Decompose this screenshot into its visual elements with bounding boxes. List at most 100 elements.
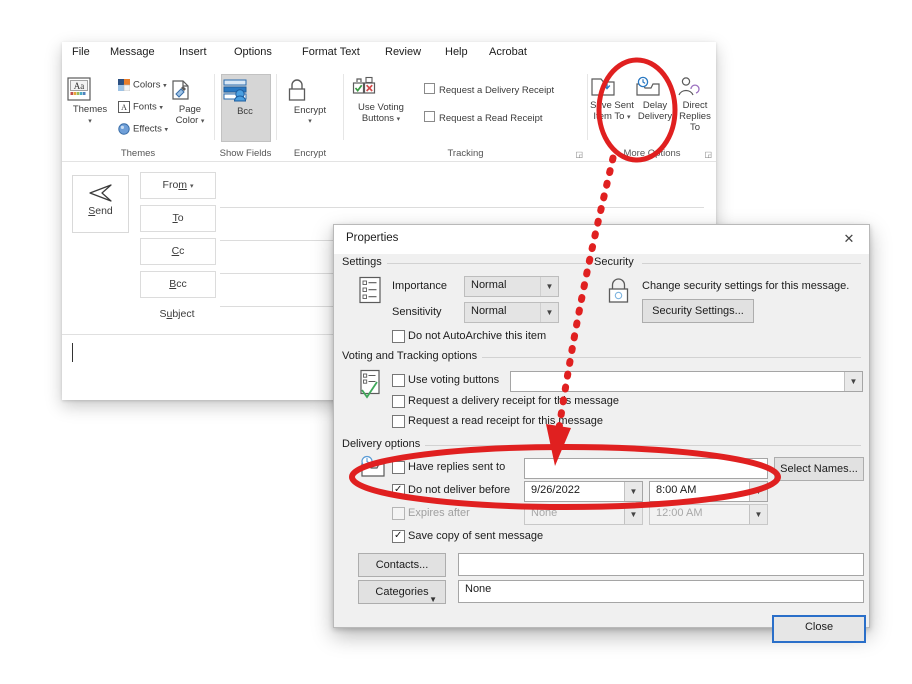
- request-delivery-receipt-dialog-label: Request a delivery receipt for this mess…: [408, 395, 619, 407]
- close-icon[interactable]: ✕: [837, 229, 861, 249]
- save-copy-checkbox[interactable]: ✓: [392, 530, 405, 543]
- use-voting-buttons-chevron-down-icon[interactable]: ▾: [397, 116, 401, 123]
- cc-button[interactable]: Cc: [140, 238, 216, 265]
- use-voting-buttons-button[interactable]: Use Voting Buttons ▾: [350, 76, 412, 125]
- group-label-settings: Settings: [342, 256, 387, 268]
- do-not-deliver-before-label: Do not deliver before: [408, 484, 511, 496]
- from-button[interactable]: From ▾: [140, 172, 216, 199]
- tab-review[interactable]: Review: [385, 46, 421, 58]
- chevron-down-icon[interactable]: ▼: [540, 303, 558, 322]
- importance-select[interactable]: Normal ▼: [464, 276, 559, 297]
- request-delivery-receipt-checkbox[interactable]: Request a Delivery Receipt: [424, 83, 554, 96]
- use-voting-buttons-checkbox[interactable]: [392, 374, 405, 387]
- security-settings-label: Security Settings...: [652, 305, 744, 317]
- expires-after-date-value: None: [531, 507, 558, 519]
- chevron-down-icon[interactable]: ▼: [540, 277, 558, 296]
- request-read-receipt-dialog-checkbox[interactable]: [392, 415, 405, 428]
- tab-acrobat[interactable]: Acrobat: [489, 46, 527, 58]
- ribbon-group-show-fields: Bcc Show Fields: [215, 68, 276, 161]
- contacts-button[interactable]: Contacts...: [358, 553, 446, 577]
- send-button[interactable]: Send: [72, 175, 129, 233]
- tab-message[interactable]: Message: [110, 46, 155, 58]
- sensitivity-label: Sensitivity: [392, 306, 442, 318]
- request-delivery-receipt-dialog-checkbox[interactable]: [392, 395, 405, 408]
- effects-icon: [118, 123, 130, 135]
- voting-buttons-icon: [350, 76, 412, 100]
- tracking-dialog-launcher-icon[interactable]: ◲: [575, 150, 583, 159]
- voting-buttons-combo[interactable]: ▼: [510, 371, 863, 392]
- effects-chevron-down-icon[interactable]: ▾: [165, 127, 169, 134]
- themes-button[interactable]: Aa Themes ▾: [66, 76, 114, 127]
- categories-value: None: [465, 583, 492, 595]
- do-not-deliver-before-checkbox[interactable]: ✓: [392, 484, 405, 497]
- chevron-down-icon[interactable]: ▼: [749, 482, 767, 501]
- group-rule-delivery-options: [422, 445, 861, 446]
- cc-label: Cc: [171, 245, 185, 257]
- encrypt-chevron-down-icon[interactable]: ▾: [285, 116, 335, 127]
- properties-dialog: Properties ✕ Settings Importance Normal …: [333, 224, 870, 643]
- delay-delivery-button[interactable]: Delay Delivery: [634, 76, 676, 122]
- fonts-button[interactable]: A Fonts ▾: [118, 101, 163, 113]
- categories-input[interactable]: None: [458, 580, 864, 603]
- direct-replies-to-button[interactable]: Direct Replies To: [674, 76, 716, 133]
- page-color-button[interactable]: Page Color ▾: [168, 78, 212, 127]
- security-settings-button[interactable]: Security Settings...: [642, 299, 754, 323]
- effects-label: Effects: [133, 123, 162, 135]
- tab-insert[interactable]: Insert: [179, 46, 207, 58]
- to-button[interactable]: To: [140, 205, 216, 232]
- expires-after-checkbox[interactable]: [392, 507, 405, 520]
- themes-chevron-down-icon[interactable]: ▾: [66, 116, 114, 127]
- group-label-delivery-options: Delivery options: [342, 438, 426, 450]
- ribbon-group-tracking: Use Voting Buttons ▾ Request a Delivery …: [344, 68, 587, 161]
- fonts-chevron-down-icon[interactable]: ▾: [159, 105, 163, 112]
- bcc-field-button[interactable]: Bcc: [140, 271, 216, 298]
- colors-chevron-down-icon[interactable]: ▾: [163, 83, 167, 90]
- request-delivery-receipt-label: Request a Delivery Receipt: [439, 85, 555, 96]
- fonts-icon: A: [118, 101, 130, 113]
- do-not-deliver-before-date-input[interactable]: 9/26/2022 ▼: [524, 481, 643, 502]
- chevron-down-icon[interactable]: ▼: [624, 505, 642, 524]
- themes-icon: Aa: [66, 76, 114, 102]
- categories-button[interactable]: Categories ▼: [358, 580, 446, 604]
- expires-after-time-value: 12:00 AM: [656, 507, 703, 519]
- contacts-label: Contacts...: [375, 559, 429, 571]
- more-options-dialog-launcher-icon[interactable]: ◲: [704, 150, 712, 159]
- chevron-down-icon[interactable]: ▼: [844, 372, 862, 391]
- request-read-receipt-checkbox[interactable]: Request a Read Receipt: [424, 111, 543, 124]
- close-button-label: Close: [804, 621, 834, 633]
- close-button[interactable]: Close: [772, 615, 866, 643]
- categories-dropdown-icon[interactable]: ▼: [429, 589, 437, 611]
- have-replies-sent-to-input[interactable]: [524, 458, 768, 479]
- save-sent-item-to-button[interactable]: Save Sent Item To ▾: [590, 76, 634, 123]
- have-replies-sent-to-checkbox[interactable]: [392, 461, 405, 474]
- from-chevron-down-icon[interactable]: ▾: [190, 183, 194, 190]
- dialog-content: Settings Importance Normal ▼ Sensitivity…: [334, 254, 869, 643]
- from-field-line[interactable]: [220, 207, 704, 208]
- do-not-deliver-before-time-input[interactable]: 8:00 AM ▼: [649, 481, 768, 502]
- save-sent-item-chevron-down-icon[interactable]: ▾: [627, 114, 631, 121]
- expires-after-date-input[interactable]: None ▼: [524, 504, 643, 525]
- colors-button[interactable]: Colors ▾: [118, 79, 167, 91]
- tab-format-text[interactable]: Format Text: [302, 46, 360, 58]
- from-label: From: [162, 179, 188, 191]
- page-color-chevron-down-icon[interactable]: ▾: [201, 118, 205, 125]
- tab-help[interactable]: Help: [445, 46, 468, 58]
- bcc-button-inner[interactable]: Bcc: [221, 78, 269, 117]
- use-voting-buttons-dialog-label: Use voting buttons: [408, 374, 500, 386]
- chevron-down-icon[interactable]: ▼: [749, 505, 767, 524]
- contacts-input[interactable]: [458, 553, 864, 576]
- effects-button[interactable]: Effects ▾: [118, 123, 168, 135]
- dialog-title: Properties: [346, 232, 399, 244]
- tab-options[interactable]: Options: [234, 46, 272, 58]
- lock-icon: [285, 77, 335, 103]
- direct-replies-to-label: Direct Replies To: [679, 100, 711, 133]
- security-description: Change security settings for this messag…: [642, 280, 850, 292]
- expires-after-time-input[interactable]: 12:00 AM ▼: [649, 504, 768, 525]
- tab-file[interactable]: File: [72, 46, 90, 58]
- sensitivity-select[interactable]: Normal ▼: [464, 302, 559, 323]
- group-label-show-fields: Show Fields: [219, 148, 272, 159]
- chevron-down-icon[interactable]: ▼: [624, 482, 642, 501]
- select-names-button[interactable]: Select Names...: [774, 457, 864, 481]
- do-not-autoarchive-checkbox[interactable]: [392, 330, 405, 343]
- encrypt-button[interactable]: Encrypt ▾: [285, 77, 335, 127]
